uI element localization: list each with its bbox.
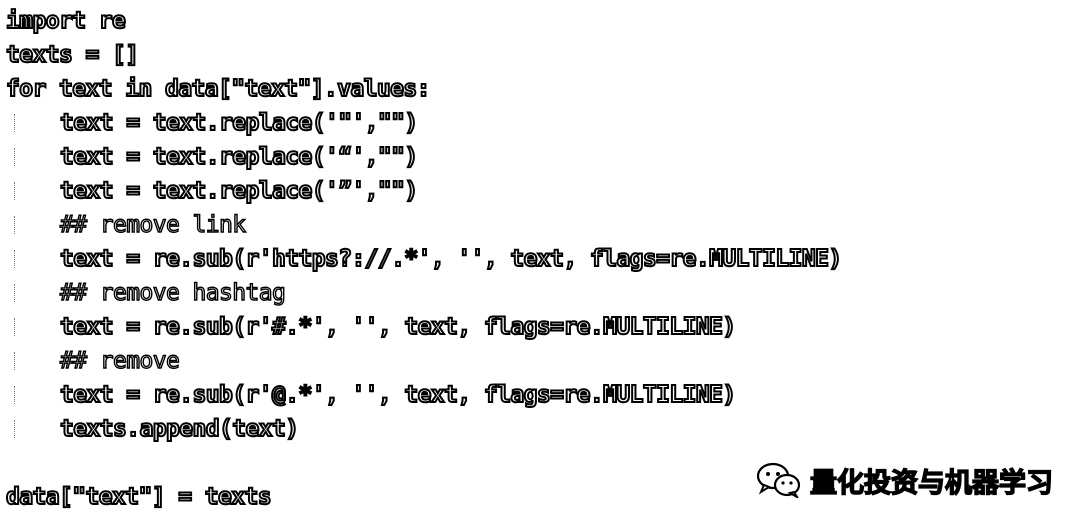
- code-line-13: texts.append(text): [6, 412, 1066, 446]
- code-comment-remove-link: ## remove link: [6, 208, 1066, 242]
- code-comment-remove: ## remove: [6, 344, 1066, 378]
- wechat-icon: [756, 462, 802, 500]
- code-line-5: text = text.replace('“',""): [6, 140, 1066, 174]
- code-line-8: text = re.sub(r'https?://.*', '', text, …: [6, 242, 1066, 276]
- watermark-text: 量化投资与机器学习: [809, 467, 1053, 499]
- code-editor: import re texts = [] for text in data["t…: [0, 0, 1080, 528]
- code-block[interactable]: import re texts = [] for text in data["t…: [5, 4, 1066, 514]
- code-line-4: text = text.replace('"',""): [6, 106, 1066, 140]
- code-line-1: import re: [5, 7, 127, 35]
- code-comment-remove-hashtag: ## remove hashtag: [6, 276, 1066, 310]
- code-line-6: text = text.replace('”',""): [6, 174, 1066, 208]
- watermark: 量化投资与机器学习: [756, 460, 1054, 500]
- code-line-12: text = re.sub(r'@.*', '', text, flags=re…: [6, 378, 1066, 412]
- code-line-2: texts = []: [5, 41, 140, 69]
- code-line-3: for text in data["text"].values:: [5, 75, 432, 103]
- code-line-10: text = re.sub(r'#.*', '', text, flags=re…: [6, 310, 1066, 344]
